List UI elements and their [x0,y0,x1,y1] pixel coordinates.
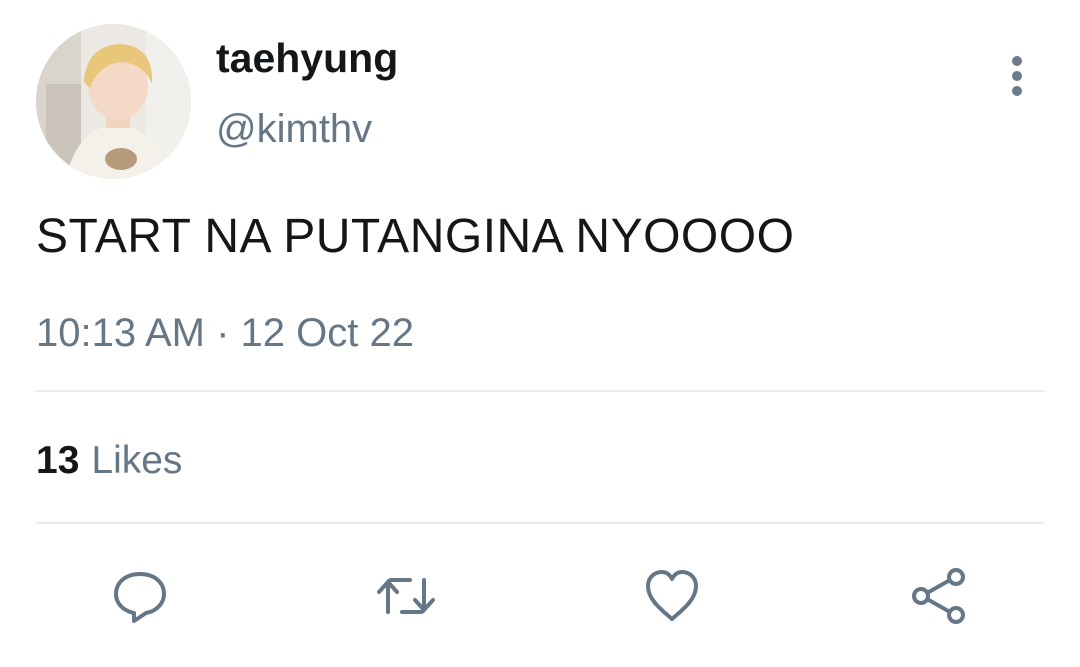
share-icon [912,568,965,624]
likes-stat[interactable]: 13 Likes [36,441,182,480]
heart-icon [646,570,698,621]
share-button[interactable] [908,566,968,626]
retweet-button[interactable] [376,566,436,626]
reply-icon [114,572,166,623]
reply-button[interactable] [110,566,170,626]
more-vertical-icon[interactable] [1000,52,1034,100]
display-name[interactable]: taehyung [216,38,398,79]
avatar-image [36,24,191,179]
tweet-text: START NA PUTANGINA NYOOOO [36,210,795,263]
avatar[interactable] [36,24,191,179]
retweet-icon [377,578,435,614]
like-button[interactable] [642,566,702,626]
tweet-timestamp[interactable]: 10:13 AM · 12 Oct 22 [36,313,414,353]
user-handle[interactable]: @kimthv [216,109,372,149]
likes-label: Likes [91,439,183,482]
divider [36,522,1044,524]
divider [36,390,1044,392]
likes-count: 13 [36,439,80,482]
